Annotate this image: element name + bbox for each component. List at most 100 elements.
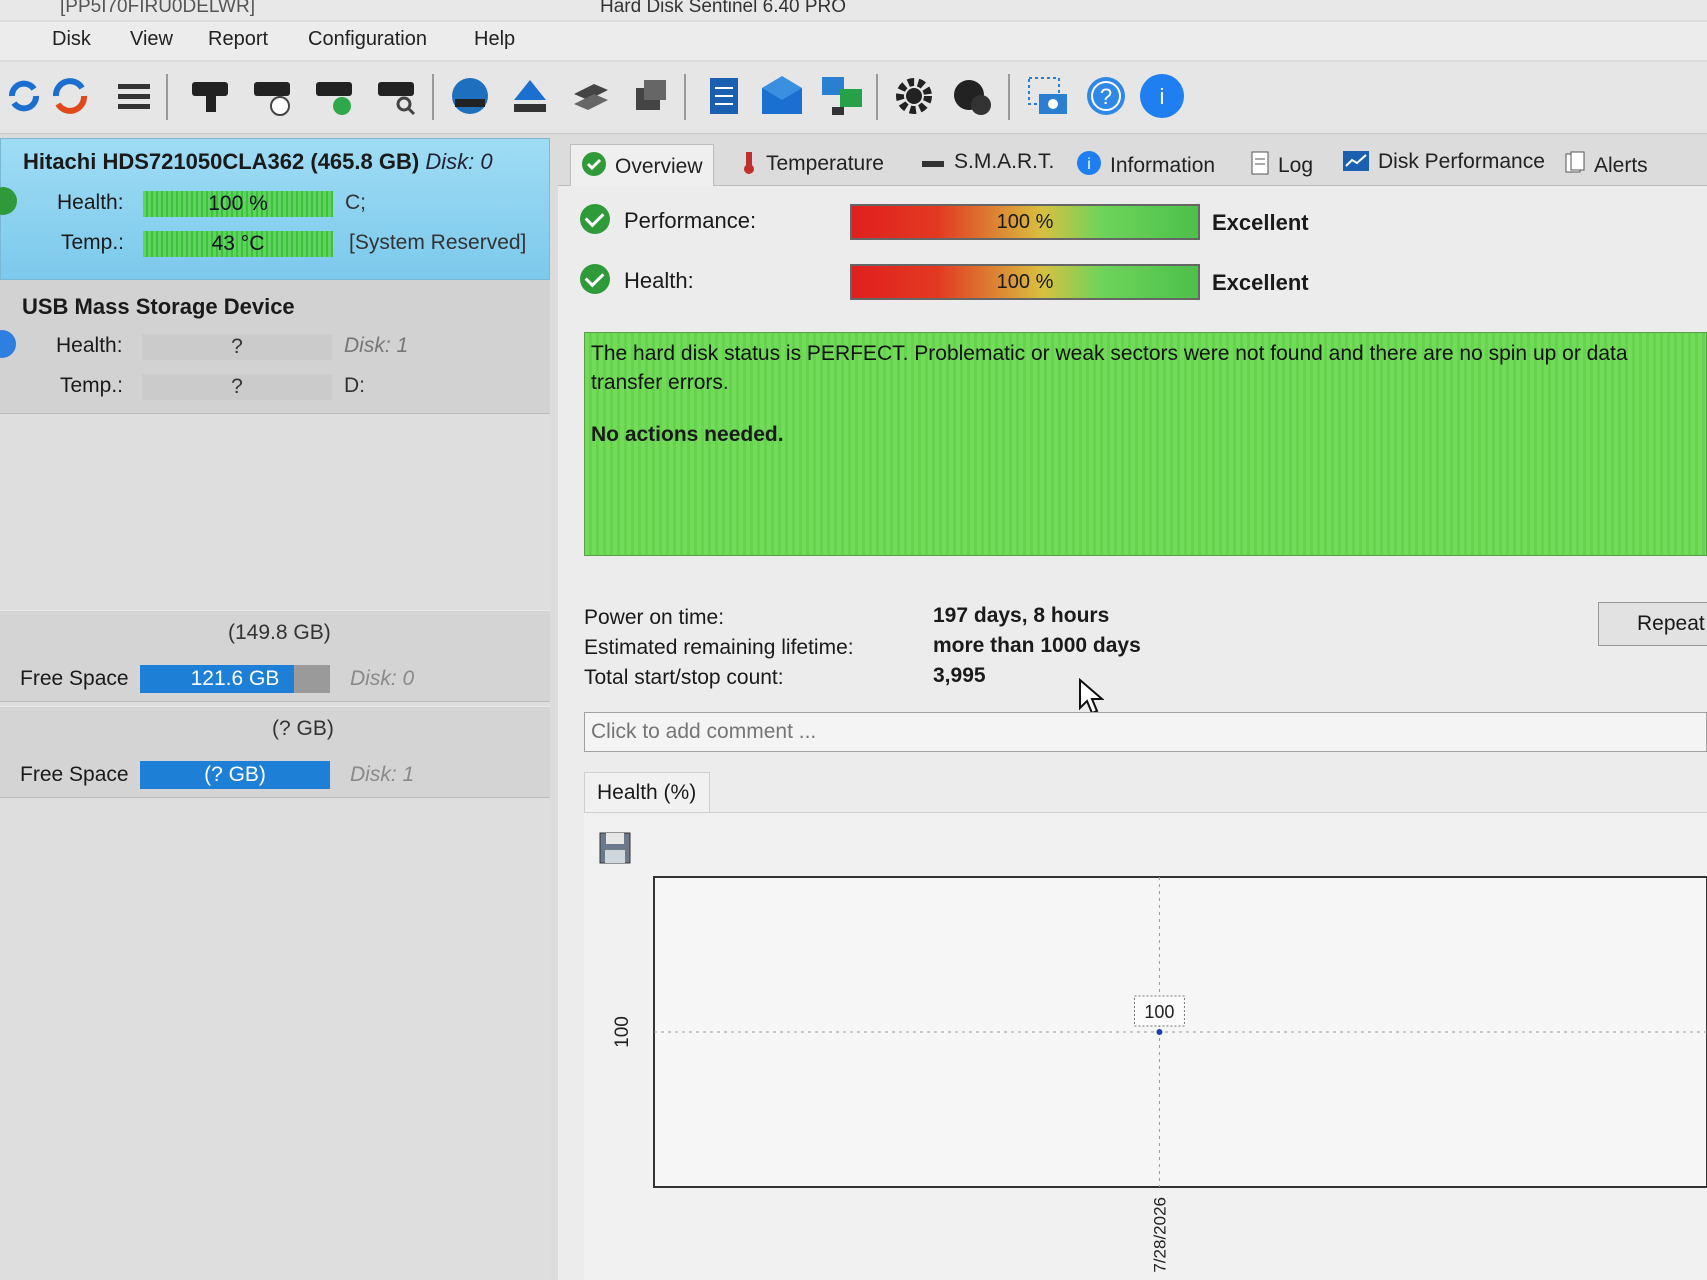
mouse-cursor-icon xyxy=(1079,678,1104,715)
help-icon[interactable]: ? xyxy=(1082,72,1130,120)
disk-size: (465.8 GB) xyxy=(310,149,420,174)
free-space-value: (? GB) xyxy=(204,763,266,786)
volume-size: (? GB) xyxy=(272,717,334,740)
menu-disk[interactable]: Disk xyxy=(52,28,91,51)
tab-bar: Overview Temperature S.M.A.R.T. i Informa… xyxy=(558,138,1707,186)
health-label: Health: xyxy=(624,268,694,293)
disk-title: USB Mass Storage Device xyxy=(22,294,295,320)
disk-test-icon[interactable] xyxy=(186,72,234,120)
disk-title: Hitachi HDS721050CLA362 (465.8 GB) Disk:… xyxy=(23,149,493,175)
disk-stack-icon[interactable] xyxy=(566,72,614,120)
disk-card-usb[interactable]: USB Mass Storage Device Health: ? Disk: … xyxy=(0,280,550,414)
disk-number: Disk: 1 xyxy=(344,334,409,357)
comment-input[interactable] xyxy=(584,712,1707,752)
tab-disk-performance[interactable]: Disk Performance xyxy=(1332,144,1555,186)
drive-letter: D: xyxy=(344,374,365,397)
lifetime-value: more than 1000 days xyxy=(933,634,1141,657)
disk-search-icon[interactable] xyxy=(372,72,420,120)
disk-list-icon[interactable] xyxy=(110,72,158,120)
power-on-label: Power on time: xyxy=(584,606,725,629)
health-label: Health: xyxy=(57,191,124,214)
health-meter: 100 % xyxy=(850,264,1200,300)
action-message: No actions needed. xyxy=(591,423,784,446)
alert-settings-icon[interactable] xyxy=(948,72,996,120)
window-title: Hard Disk Sentinel 6.40 PRO xyxy=(600,0,847,17)
volume-card-c[interactable]: (149.8 GB) Free Space 121.6 GB Disk: 0 xyxy=(0,610,550,702)
tab-log[interactable]: Log xyxy=(1240,144,1323,186)
volume-card-d[interactable]: (? GB) Free Space (? GB) Disk: 1 xyxy=(0,706,550,798)
health-ok-icon xyxy=(580,264,610,294)
screenshot-icon[interactable] xyxy=(1024,72,1072,120)
chart-y-tick-label: 100 xyxy=(612,1016,633,1048)
temp-label: Temp.: xyxy=(61,231,125,254)
document-icon xyxy=(1250,150,1270,182)
menu-view[interactable]: View xyxy=(130,28,173,51)
refresh-icon[interactable] xyxy=(0,72,48,120)
info-icon[interactable]: i xyxy=(1138,72,1186,120)
status-message: The hard disk status is PERFECT. Problem… xyxy=(591,342,1628,394)
free-space-bar: (? GB) xyxy=(140,761,330,789)
report-icon[interactable] xyxy=(700,72,748,120)
eject-icon[interactable] xyxy=(506,72,554,120)
health-chart-area: 100 7/28/2026 100 xyxy=(584,812,1707,1280)
tab-alerts[interactable]: Alerts xyxy=(1554,144,1658,186)
health-chart: 100 7/28/2026 100 xyxy=(612,876,1707,1273)
chart-x-tick-label: 7/28/2026 xyxy=(1150,1197,1169,1273)
performance-ok-icon xyxy=(580,204,610,234)
details-panel: Overview Temperature S.M.A.R.T. i Informa… xyxy=(558,138,1707,1280)
startstop-value: 3,995 xyxy=(933,664,986,687)
tab-label: Information xyxy=(1110,154,1216,177)
tab-label: Alerts xyxy=(1594,154,1648,177)
performance-label: Performance: xyxy=(624,208,757,233)
globe-icon[interactable] xyxy=(446,72,494,120)
window-title-device: [PP5I70FIRU0DELWR] xyxy=(60,0,255,17)
tab-smart[interactable]: S.M.A.R.T. xyxy=(910,144,1064,186)
tab-health-chart[interactable]: Health (%) xyxy=(584,772,710,812)
check-circle-icon xyxy=(581,151,607,183)
repeat-test-button[interactable]: Repeat Test xyxy=(1598,602,1707,646)
chip-icon xyxy=(920,154,946,178)
performance-rating: Excellent xyxy=(1212,210,1309,235)
title-bar: [PP5I70FIRU0DELWR] Hard Disk Sentinel 6.… xyxy=(0,0,1707,20)
tab-information[interactable]: i Information xyxy=(1066,144,1225,186)
disk-list-panel: Hitachi HDS721050CLA362 (465.8 GB) Disk:… xyxy=(0,138,550,1280)
tab-label: Disk Performance xyxy=(1378,150,1545,173)
network-icon[interactable] xyxy=(818,72,866,120)
svg-text:i: i xyxy=(1160,84,1165,109)
free-space-value: 121.6 GB xyxy=(190,667,280,690)
disk-check-icon[interactable] xyxy=(310,72,358,120)
status-message-box: The hard disk status is PERFECT. Problem… xyxy=(584,332,1707,556)
tab-temperature[interactable]: Temperature xyxy=(730,144,894,186)
free-space-label: Free Space xyxy=(20,667,129,690)
temp-bar: ? xyxy=(142,374,332,400)
power-on-value: 197 days, 8 hours xyxy=(933,604,1110,627)
tab-overview[interactable]: Overview xyxy=(570,144,714,186)
disk-unknown-icon xyxy=(0,330,16,358)
drive-letter: C; xyxy=(345,191,366,214)
disk-copy-icon[interactable] xyxy=(626,72,674,120)
disk-name: Hitachi HDS721050CLA362 xyxy=(23,149,305,174)
temp-label: Temp.: xyxy=(60,374,124,397)
disk-schedule-icon[interactable] xyxy=(248,72,296,120)
performance-chart-icon xyxy=(1342,150,1370,178)
toolbar: ? i xyxy=(0,62,1707,134)
menu-report[interactable]: Report xyxy=(208,28,268,51)
tab-label: Log xyxy=(1278,154,1314,177)
menu-configuration[interactable]: Configuration xyxy=(308,28,427,51)
disk-name: USB Mass Storage Device xyxy=(22,294,295,319)
startstop-label: Total start/stop count: xyxy=(584,666,784,689)
menu-help[interactable]: Help xyxy=(474,28,515,51)
health-rating: Excellent xyxy=(1212,270,1309,295)
disk-card-hitachi[interactable]: Hitachi HDS721050CLA362 (465.8 GB) Disk:… xyxy=(0,138,550,280)
refresh-all-icon[interactable] xyxy=(46,72,94,120)
temp-bar: 43 °C xyxy=(143,231,333,257)
info-icon: i xyxy=(1076,150,1102,182)
mail-icon[interactable] xyxy=(758,72,806,120)
partition-label: [System Reserved] xyxy=(349,231,527,254)
free-space-label: Free Space xyxy=(20,763,129,786)
gear-icon[interactable] xyxy=(890,72,938,120)
svg-text:i: i xyxy=(1087,156,1091,173)
disk-ok-icon xyxy=(0,187,17,215)
alerts-icon xyxy=(1564,150,1586,182)
volume-size: (149.8 GB) xyxy=(228,621,331,644)
